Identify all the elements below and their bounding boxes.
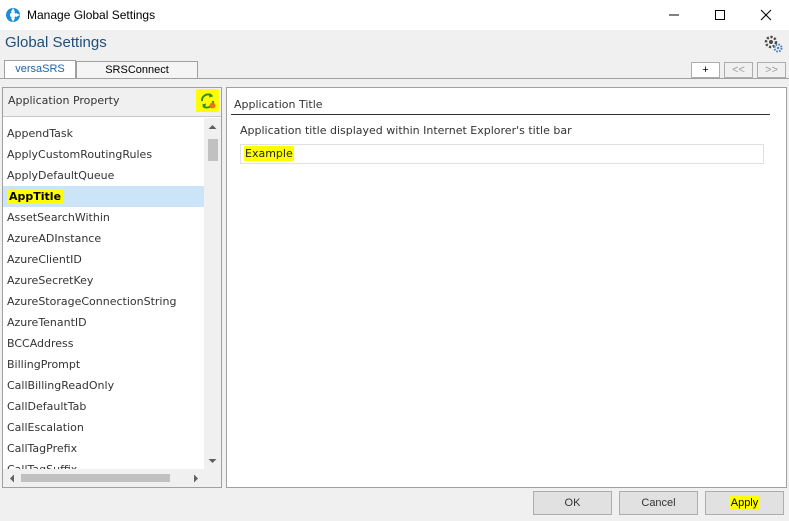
add-tab-button[interactable]: + bbox=[691, 62, 720, 78]
list-item[interactable]: AzureADInstance bbox=[3, 228, 204, 249]
next-tab-button[interactable]: >> bbox=[757, 62, 786, 78]
property-value-text: Example bbox=[244, 146, 294, 161]
scroll-up-button[interactable] bbox=[204, 118, 221, 135]
scroll-down-button[interactable] bbox=[204, 452, 221, 469]
horizontal-scroll-thumb[interactable] bbox=[21, 474, 170, 482]
close-button[interactable] bbox=[743, 0, 789, 30]
maximize-button[interactable] bbox=[697, 0, 743, 30]
list-item[interactable]: CallBillingReadOnly bbox=[3, 375, 204, 396]
list-item[interactable]: AzureSecretKey bbox=[3, 270, 204, 291]
chevron-down-icon bbox=[208, 458, 217, 463]
list-item[interactable]: BCCAddress bbox=[3, 333, 204, 354]
list-item[interactable]: AzureStorageConnectionString bbox=[3, 291, 204, 312]
refresh-button[interactable] bbox=[196, 89, 219, 112]
chevron-up-icon bbox=[208, 124, 217, 129]
page-title: Global Settings bbox=[5, 34, 107, 51]
property-list-header: Application Property bbox=[3, 88, 221, 117]
property-detail-panel: Application Title Application title disp… bbox=[226, 87, 787, 488]
minimize-button[interactable] bbox=[651, 0, 697, 30]
selected-item-label: AppTitle bbox=[7, 189, 64, 204]
list-item[interactable]: CallTagPrefix bbox=[3, 438, 204, 459]
scrollbar-corner bbox=[204, 469, 221, 487]
scroll-right-button[interactable] bbox=[187, 469, 204, 487]
ok-button[interactable]: OK bbox=[533, 491, 612, 515]
property-list-header-label: Application Property bbox=[8, 94, 120, 107]
refresh-icon bbox=[201, 93, 216, 109]
scroll-left-button[interactable] bbox=[3, 469, 20, 487]
title-bar: Manage Global Settings bbox=[0, 0, 789, 30]
property-list[interactable]: AppendTask ApplyCustomRoutingRules Apply… bbox=[3, 118, 204, 469]
property-description: Application title displayed within Inter… bbox=[240, 124, 572, 137]
chevron-right-icon bbox=[193, 474, 198, 482]
list-item[interactable]: CallEscalation bbox=[3, 417, 204, 438]
list-item[interactable]: AssetSearchWithin bbox=[3, 207, 204, 228]
list-item[interactable]: CallTagSuffix bbox=[3, 459, 204, 469]
cancel-button[interactable]: Cancel bbox=[619, 491, 698, 515]
close-icon bbox=[760, 9, 772, 21]
settings-button[interactable] bbox=[762, 33, 784, 55]
tab-versasrs[interactable]: versaSRS bbox=[4, 60, 76, 79]
vertical-scroll-thumb[interactable] bbox=[208, 139, 218, 161]
tab-srsconnect[interactable]: SRSConnect bbox=[76, 61, 198, 79]
list-item[interactable]: ApplyCustomRoutingRules bbox=[3, 144, 204, 165]
divider bbox=[231, 114, 770, 115]
vertical-scrollbar[interactable] bbox=[204, 118, 221, 469]
list-item[interactable]: AzureTenantID bbox=[3, 312, 204, 333]
minimize-icon bbox=[669, 14, 679, 16]
property-value-input[interactable]: Example bbox=[240, 144, 764, 164]
list-item[interactable]: AzureClientID bbox=[3, 249, 204, 270]
chevron-left-icon bbox=[9, 474, 14, 482]
gear-icon bbox=[764, 35, 783, 53]
apply-button-label: Apply bbox=[728, 496, 761, 510]
previous-tab-button[interactable]: << bbox=[724, 62, 753, 78]
versasrs-logo-icon bbox=[6, 8, 20, 22]
list-item-selected[interactable]: AppTitle bbox=[3, 186, 204, 207]
property-list-panel: Application Property AppendTask ApplyCus… bbox=[2, 87, 222, 488]
list-item[interactable]: AppendTask bbox=[3, 123, 204, 144]
list-item[interactable]: CallDefaultTab bbox=[3, 396, 204, 417]
horizontal-scrollbar[interactable] bbox=[3, 469, 204, 487]
property-name-label: Application Title bbox=[234, 98, 323, 111]
page-header: Global Settings bbox=[0, 30, 789, 57]
window-title: Manage Global Settings bbox=[27, 8, 156, 22]
list-item[interactable]: ApplyDefaultQueue bbox=[3, 165, 204, 186]
tab-divider bbox=[0, 78, 789, 79]
apply-button[interactable]: Apply bbox=[705, 491, 784, 515]
maximize-icon bbox=[715, 10, 725, 20]
list-item[interactable]: BillingPrompt bbox=[3, 354, 204, 375]
